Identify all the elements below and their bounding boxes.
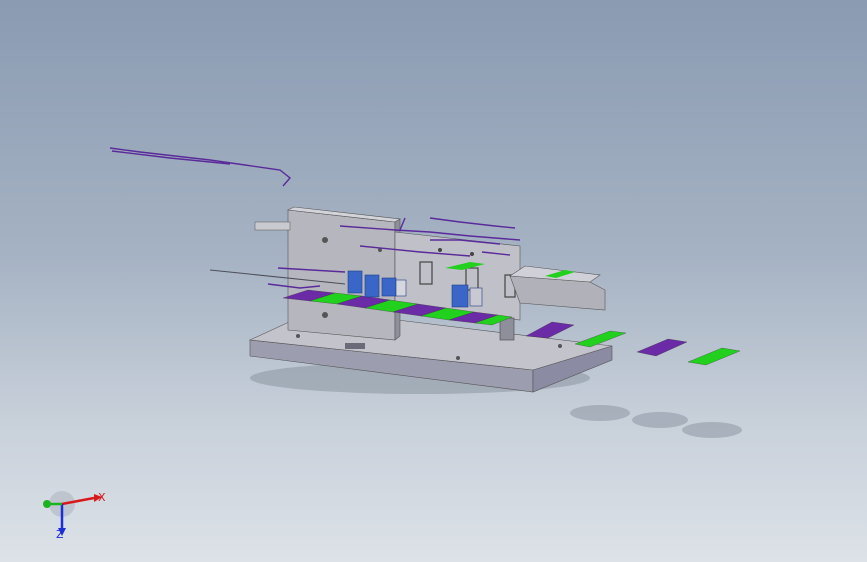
- side-plate[interactable]: [254, 206, 401, 341]
- triad-z-label: Z: [56, 528, 64, 541]
- triad-x-label: X: [98, 491, 106, 504]
- graphics-viewport[interactable]: X Z: [0, 0, 867, 562]
- cad-model-view[interactable]: [0, 0, 867, 562]
- triad-graphic: [43, 491, 102, 536]
- reference-triad: X Z: [30, 482, 120, 552]
